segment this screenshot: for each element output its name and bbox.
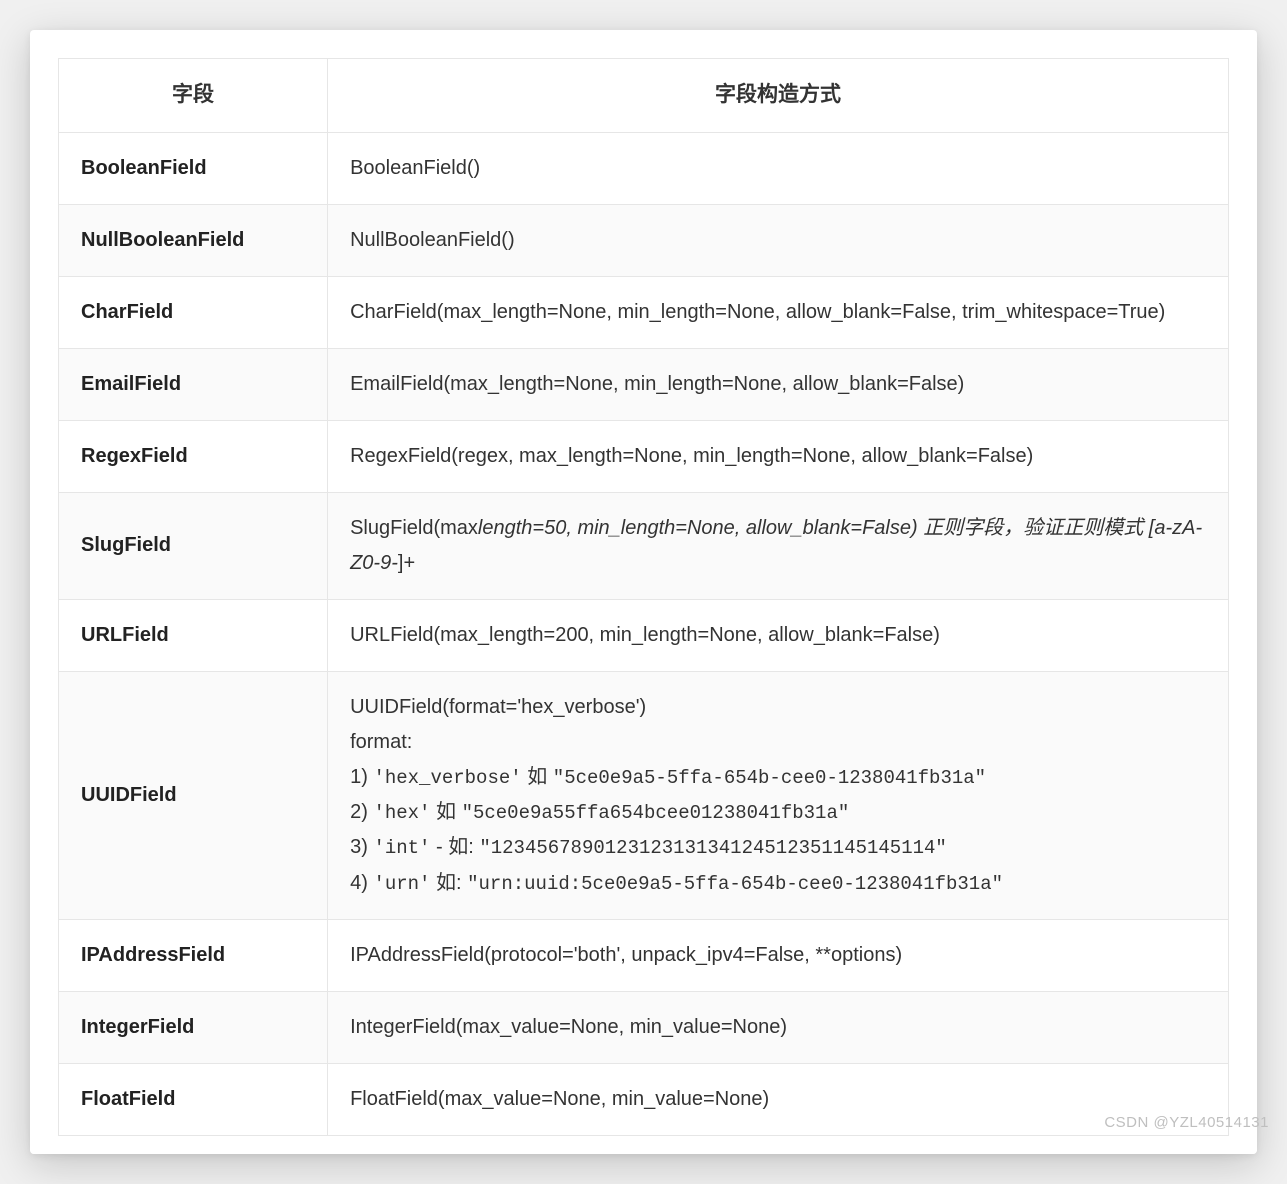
header-field: 字段 [59, 59, 328, 133]
field-name: FloatField [59, 1063, 328, 1135]
table-row: NullBooleanField NullBooleanField() [59, 204, 1229, 276]
slug-prefix: SlugField(max [350, 517, 478, 539]
watermark-text: CSDN @YZL40514131 [1104, 1114, 1269, 1131]
field-ctor: UUIDField(format='hex_verbose') format: … [328, 671, 1229, 919]
table-row: URLField URLField(max_length=200, min_le… [59, 599, 1229, 671]
field-name: EmailField [59, 348, 328, 420]
field-name: CharField [59, 276, 328, 348]
table-row: IntegerField IntegerField(max_value=None… [59, 991, 1229, 1063]
field-name: RegexField [59, 420, 328, 492]
uuid-opt: 2) 'hex' 如 "5ce0e9a55ffa654bcee01238041f… [350, 795, 1206, 830]
field-name: IntegerField [59, 991, 328, 1063]
table-row: BooleanField BooleanField() [59, 132, 1229, 204]
table-row: IPAddressField IPAddressField(protocol='… [59, 919, 1229, 991]
field-ctor: EmailField(max_length=None, min_length=N… [328, 348, 1229, 420]
field-ctor: CharField(max_length=None, min_length=No… [328, 276, 1229, 348]
table-header-row: 字段 字段构造方式 [59, 59, 1229, 133]
uuid-opt: 4) 'urn' 如: "urn:uuid:5ce0e9a5-5ffa-654b… [350, 866, 1206, 901]
field-ctor: SlugField(maxlength=50, min_length=None,… [328, 492, 1229, 599]
table-row: SlugField SlugField(maxlength=50, min_le… [59, 492, 1229, 599]
fade-cutoff [30, 1136, 1257, 1154]
uuid-opt: 1) 'hex_verbose' 如 "5ce0e9a5-5ffa-654b-c… [350, 760, 1206, 795]
field-ctor: RegexField(regex, max_length=None, min_l… [328, 420, 1229, 492]
table-row: RegexField RegexField(regex, max_length=… [59, 420, 1229, 492]
field-table: 字段 字段构造方式 BooleanField BooleanField() Nu… [58, 58, 1229, 1136]
field-reference-card: 字段 字段构造方式 BooleanField BooleanField() Nu… [30, 30, 1257, 1154]
header-ctor: 字段构造方式 [328, 59, 1229, 133]
table-row: UUIDField UUIDField(format='hex_verbose'… [59, 671, 1229, 919]
field-ctor: NullBooleanField() [328, 204, 1229, 276]
table-row: EmailField EmailField(max_length=None, m… [59, 348, 1229, 420]
field-name: UUIDField [59, 671, 328, 919]
slug-italic: length=50, min_length=None, allow_blank=… [350, 517, 1202, 574]
field-ctor: IPAddressField(protocol='both', unpack_i… [328, 919, 1229, 991]
uuid-line2: format: [350, 725, 1206, 760]
field-ctor: FloatField(max_value=None, min_value=Non… [328, 1063, 1229, 1135]
field-name: URLField [59, 599, 328, 671]
field-name: NullBooleanField [59, 204, 328, 276]
field-ctor: BooleanField() [328, 132, 1229, 204]
table-row: CharField CharField(max_length=None, min… [59, 276, 1229, 348]
uuid-line1: UUIDField(format='hex_verbose') [350, 690, 1206, 725]
field-name: SlugField [59, 492, 328, 599]
field-name: BooleanField [59, 132, 328, 204]
field-ctor: IntegerField(max_value=None, min_value=N… [328, 991, 1229, 1063]
uuid-opt: 3) 'int' - 如: "1234567890123123131341245… [350, 830, 1206, 865]
field-ctor: URLField(max_length=200, min_length=None… [328, 599, 1229, 671]
slug-suffix: ]+ [398, 552, 415, 574]
field-name: IPAddressField [59, 919, 328, 991]
table-row: FloatField FloatField(max_value=None, mi… [59, 1063, 1229, 1135]
